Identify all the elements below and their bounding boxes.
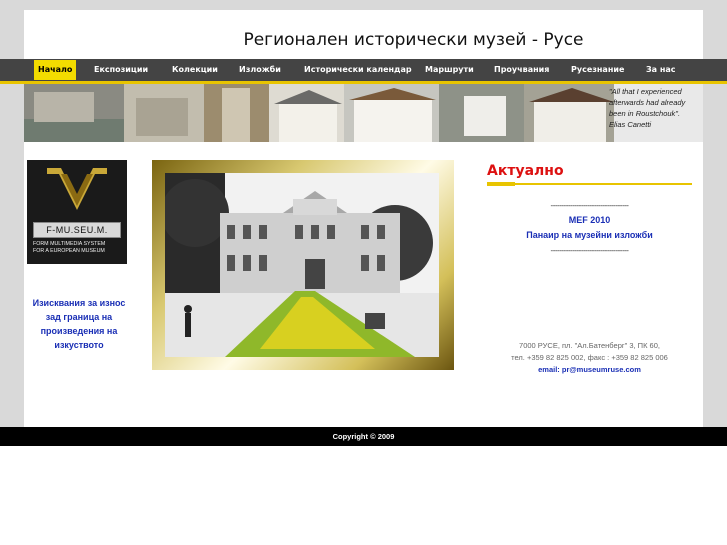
site-title: Регионален исторически музей - Русе bbox=[243, 30, 584, 50]
quote-line-1: "All that I experienced bbox=[609, 87, 682, 96]
footer: Copyright © 2009 bbox=[0, 427, 727, 446]
news-item-museum-fair[interactable]: Панаир на музейни изложби bbox=[487, 228, 692, 243]
footer-copyright: Copyright © 2009 bbox=[332, 432, 395, 441]
nav-item-about[interactable]: За нас bbox=[646, 59, 676, 81]
banner-photo-strip bbox=[24, 84, 703, 142]
museum-building-image bbox=[165, 173, 439, 357]
news-item-mef-2010[interactable]: MEF 2010 bbox=[487, 213, 692, 228]
logo-subtitle-line-1: FORM MULTIMEDIA SYSTEM bbox=[33, 241, 106, 247]
news-divider-top: ------------------------------------ bbox=[550, 201, 629, 210]
fmuseum-logo[interactable]: F-MU.SEU.M. FORM MULTIMEDIA SYSTEM FOR A… bbox=[27, 160, 127, 264]
quote-author: Elias Canetti bbox=[609, 120, 652, 129]
contact-email-link[interactable]: email: pr@museumruse.com bbox=[487, 364, 692, 376]
banner-quote: "All that I experienced afterwards had a… bbox=[609, 86, 699, 130]
nav-item-exhibitions[interactable]: Изложби bbox=[239, 59, 281, 81]
logo-wordmark: F-MU.SEU.M. bbox=[33, 222, 121, 238]
nav-item-routes[interactable]: Маршрути bbox=[425, 59, 474, 81]
logo-subtitle-line-2: FOR A EUROPEAN MUSEUM bbox=[33, 248, 105, 254]
fmuseum-logo-mark-icon bbox=[47, 168, 107, 210]
nav-item-historical-calendar[interactable]: Исторически календар bbox=[304, 59, 412, 81]
nav-item-expositions[interactable]: Експозиции bbox=[94, 59, 148, 81]
logo-subtitle: FORM MULTIMEDIA SYSTEM FOR A EUROPEAN MU… bbox=[33, 241, 121, 255]
export-link-line-1[interactable]: Изисквания за износ bbox=[24, 296, 134, 310]
nav-item-research[interactable]: Проучвания bbox=[494, 59, 549, 81]
news-block: ------------------------------------ MEF… bbox=[487, 198, 692, 258]
news-title-underline bbox=[487, 182, 692, 186]
news-divider-bottom: ------------------------------------ bbox=[550, 246, 629, 255]
export-requirements-link[interactable]: Изисквания за износ зад граница на произ… bbox=[24, 296, 134, 352]
export-link-line-3[interactable]: произведения на bbox=[24, 324, 134, 338]
nav-item-collections[interactable]: Колекции bbox=[172, 59, 218, 81]
museum-photo-frame bbox=[152, 160, 454, 370]
museum-building-photo bbox=[165, 173, 439, 357]
contact-address: 7000 РУСЕ, пл. "Ал.Батенберг" 3, ПК 60, bbox=[519, 341, 660, 350]
quote-line-2: afterwards had already bbox=[609, 98, 686, 107]
quote-line-3: been in Roustchouk". bbox=[609, 109, 681, 118]
news-section-title: Актуално bbox=[487, 163, 564, 179]
main-nav: Начало Експозиции Колекции Изложби Истор… bbox=[0, 59, 727, 84]
export-link-line-4[interactable]: изкуството bbox=[24, 338, 134, 352]
contact-info: 7000 РУСЕ, пл. "Ал.Батенберг" 3, ПК 60, … bbox=[487, 340, 692, 376]
contact-phone: тел. +359 82 825 002, факс : +359 82 825… bbox=[511, 353, 668, 362]
nav-item-home[interactable]: Начало bbox=[34, 60, 77, 80]
export-link-line-2[interactable]: зад граница на bbox=[24, 310, 134, 324]
news-underline-accent bbox=[487, 182, 515, 186]
header-banner: "All that I experienced afterwards had a… bbox=[24, 84, 703, 142]
nav-item-ruse-studies[interactable]: Русезнание bbox=[571, 59, 624, 81]
